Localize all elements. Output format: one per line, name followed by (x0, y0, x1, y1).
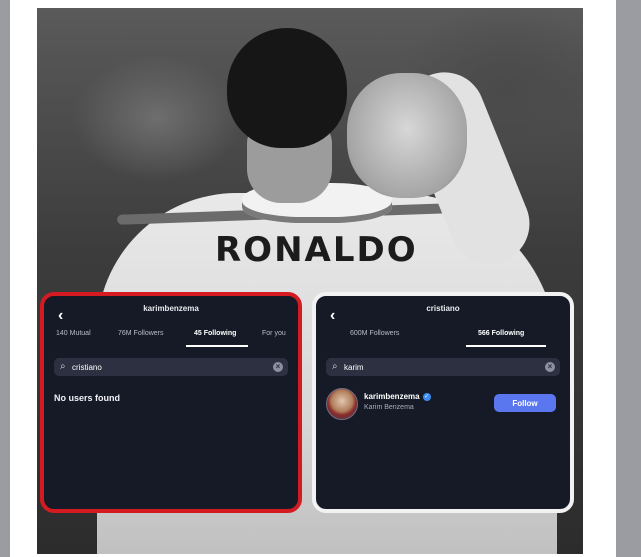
search-bar: ⌕ × (54, 358, 288, 376)
result-full-name: Karim Benzema (364, 404, 414, 411)
search-icon: ⌕ (60, 361, 66, 372)
clear-search-icon[interactable]: × (545, 362, 555, 372)
search-icon: ⌕ (332, 361, 338, 372)
tab-following[interactable]: 45 Following (194, 330, 236, 337)
left-screenshot-panel: ‹ karimbenzema 140 Mutual 76M Followers … (40, 292, 302, 513)
tab-mutual[interactable]: 140 Mutual (56, 330, 91, 337)
tab-followers[interactable]: 600M Followers (350, 330, 399, 337)
player-face (347, 73, 467, 198)
active-tab-indicator (186, 345, 248, 347)
tab-bar: 140 Mutual 76M Followers 45 Following Fo… (44, 330, 298, 348)
profile-username: karimbenzema (143, 304, 199, 313)
profile-username: cristiano (426, 304, 460, 313)
result-username: karimbenzema (364, 392, 420, 401)
avatar[interactable] (326, 388, 358, 420)
back-arrow-icon[interactable]: ‹ (330, 308, 335, 324)
back-arrow-icon[interactable]: ‹ (58, 308, 63, 324)
right-screenshot-panel: ‹ cristiano 600M Followers 566 Following… (312, 292, 574, 513)
clear-search-icon[interactable]: × (273, 362, 283, 372)
search-input[interactable] (344, 360, 494, 374)
search-input[interactable] (72, 360, 222, 374)
tab-bar: 600M Followers 566 Following (316, 330, 570, 348)
tab-following[interactable]: 566 Following (478, 330, 524, 337)
user-result-row[interactable]: karimbenzema ✓ Karim Benzema Follow (326, 388, 560, 420)
jersey-name: RONALDO (215, 230, 418, 270)
result-username-row: karimbenzema ✓ (364, 392, 431, 401)
profile-header: ‹ karimbenzema (44, 304, 298, 324)
follow-button[interactable]: Follow (494, 394, 556, 412)
profile-header: ‹ cristiano (316, 304, 570, 324)
search-bar: ⌕ × (326, 358, 560, 376)
tab-followers[interactable]: 76M Followers (118, 330, 164, 337)
verified-badge-icon: ✓ (422, 392, 431, 401)
active-tab-indicator (466, 345, 546, 347)
tab-for-you[interactable]: For you (262, 330, 286, 337)
empty-results-message: No users found (54, 393, 121, 403)
player-hair (227, 28, 347, 148)
